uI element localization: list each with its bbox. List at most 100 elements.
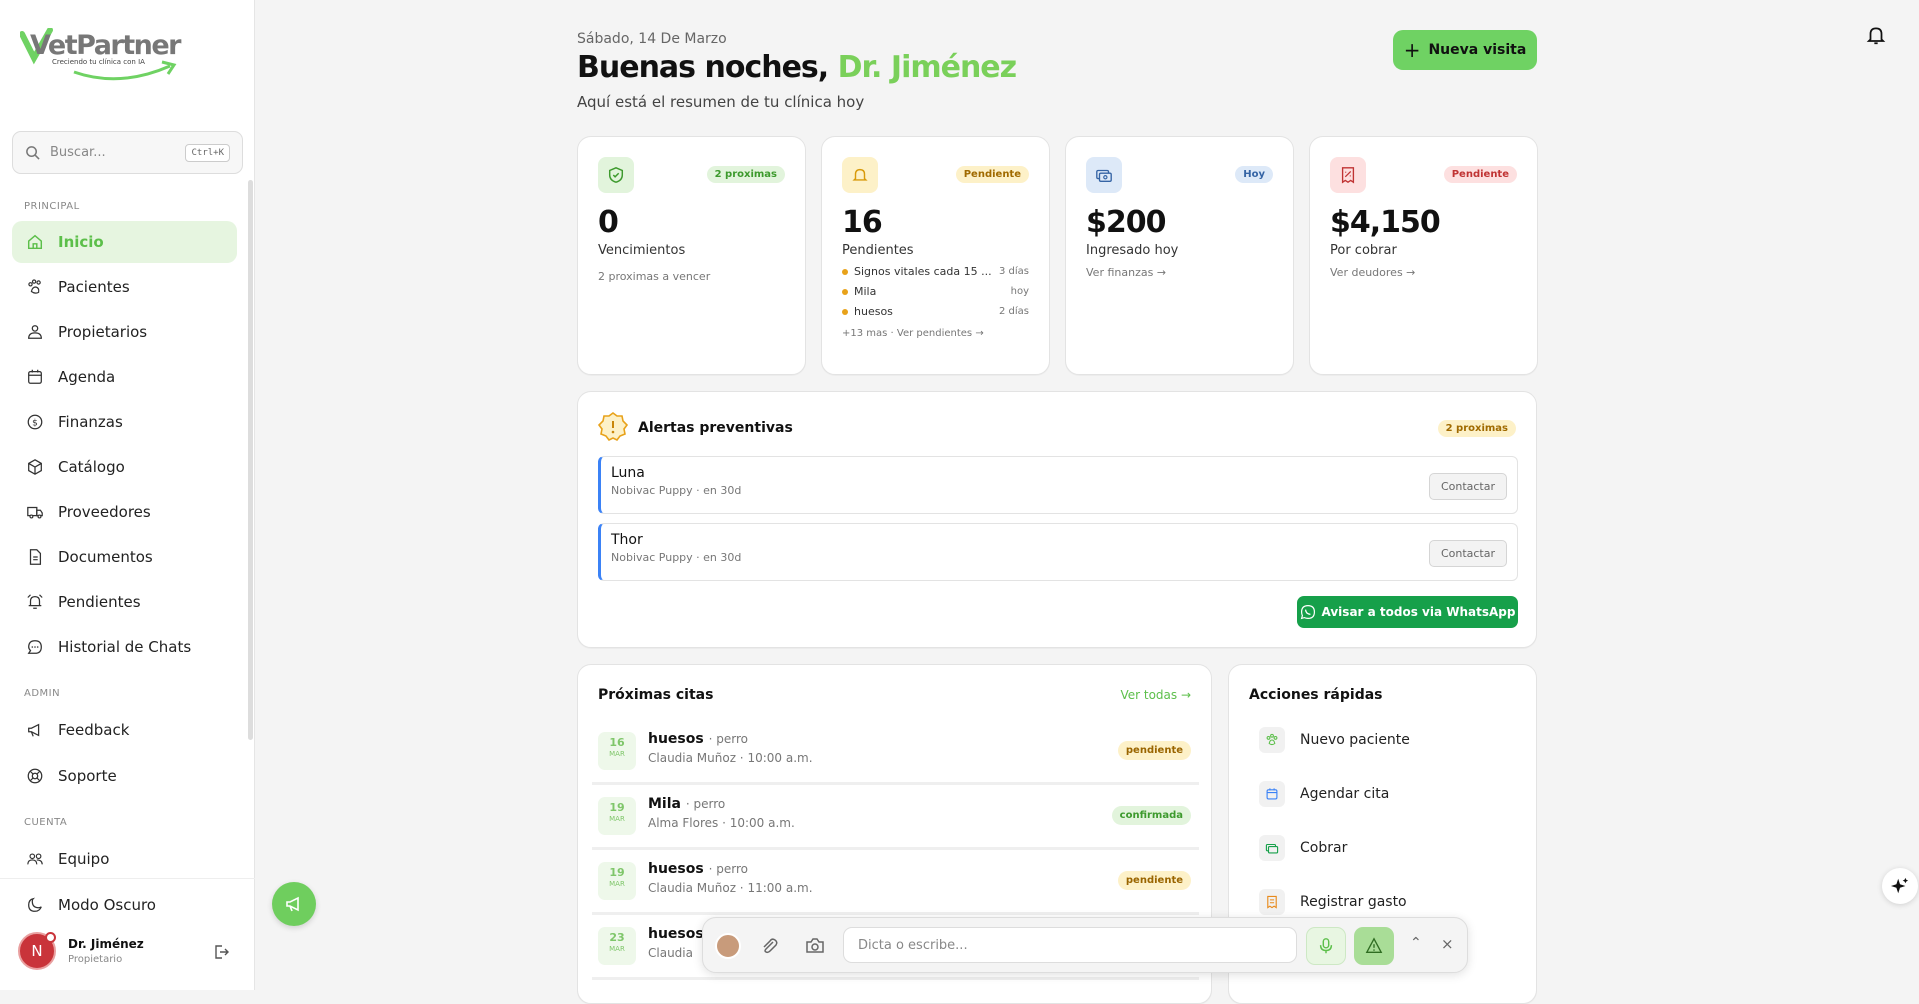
date-month: MAR bbox=[609, 750, 625, 758]
quick-actions-title: Acciones rápidas bbox=[1249, 687, 1383, 703]
sidebar-item-agenda[interactable]: Agenda bbox=[12, 356, 237, 398]
patient-name: Mila · perro bbox=[648, 796, 725, 812]
stat-sub: 2 proximas a vencer bbox=[598, 270, 711, 283]
user-role: Propietario bbox=[68, 954, 123, 965]
patient-species: · perro bbox=[685, 797, 726, 811]
plus-icon: + bbox=[1403, 38, 1421, 62]
sidebar-item-label: Propietarios bbox=[58, 323, 148, 341]
sidebar-item-catalogo[interactable]: Catálogo bbox=[12, 446, 237, 488]
brand-logo[interactable]: VetPartner Creciendo tu clínica con IA bbox=[20, 28, 182, 84]
alert-row[interactable]: Luna Nobivac Puppy · en 30d Contactar bbox=[598, 456, 1518, 514]
list-item[interactable]: Mila hoy bbox=[842, 285, 1029, 298]
appointments-title: Próximas citas bbox=[598, 687, 714, 703]
search-icon bbox=[26, 146, 40, 160]
patient-label: huesos bbox=[648, 926, 704, 942]
alert-detail: Nobivac Puppy · en 30d bbox=[611, 551, 742, 564]
contact-button[interactable]: Contactar bbox=[1428, 473, 1507, 500]
user-profile[interactable]: N Dr. Jiménez Propietario bbox=[18, 932, 144, 970]
patient-name: huesos · perro bbox=[648, 731, 748, 747]
status-badge: Pendiente bbox=[955, 166, 1029, 183]
logout-button[interactable] bbox=[213, 944, 229, 964]
document-icon bbox=[29, 549, 42, 565]
quick-action-schedule[interactable]: Agendar cita bbox=[1259, 781, 1389, 807]
alert-row[interactable]: Thor Nobivac Puppy · en 30d Contactar bbox=[598, 523, 1518, 581]
calendar-icon bbox=[28, 369, 42, 384]
sidebar-item-finanzas[interactable]: $ Finanzas bbox=[12, 401, 237, 443]
list-item[interactable]: huesos 2 días bbox=[842, 305, 1029, 318]
paw-icon bbox=[1259, 727, 1285, 753]
sidebar-item-label: Agenda bbox=[58, 368, 116, 386]
stat-card-pendientes[interactable]: Pendiente 16 Pendientes Signos vitales c… bbox=[821, 136, 1050, 375]
notifications-button[interactable] bbox=[1865, 24, 1887, 50]
quick-action-expense[interactable]: Registrar gasto bbox=[1259, 889, 1407, 915]
sidebar-item-feedback[interactable]: Feedback bbox=[12, 709, 237, 751]
message-input[interactable]: Dicta o escribe... bbox=[843, 927, 1297, 963]
sidebar-item-pendientes[interactable]: Pendientes bbox=[12, 581, 237, 623]
search-input[interactable]: Buscar... Ctrl+K bbox=[12, 131, 243, 174]
date-month: MAR bbox=[609, 880, 625, 888]
sidebar-item-equipo[interactable]: Equipo bbox=[12, 838, 237, 880]
stat-card-vencimientos[interactable]: 2 proximas 0 Vencimientos 2 proximas a v… bbox=[577, 136, 806, 375]
list-item[interactable]: Signos vitales cada 15 ... 3 días bbox=[842, 265, 1029, 278]
camera-icon[interactable] bbox=[805, 936, 825, 956]
new-visit-button[interactable]: + Nueva visita bbox=[1393, 30, 1537, 70]
close-icon[interactable]: × bbox=[1441, 935, 1454, 953]
sidebar-item-inicio[interactable]: Inicio bbox=[12, 221, 237, 263]
team-icon bbox=[27, 853, 43, 865]
avatar: N bbox=[18, 932, 56, 970]
see-all-link[interactable]: Ver todas → bbox=[1120, 688, 1191, 702]
stat-card-ingresado[interactable]: Hoy $200 Ingresado hoy Ver finanzas → bbox=[1065, 136, 1294, 375]
sidebar-item-label: Feedback bbox=[58, 721, 130, 739]
sidebar-item-proveedores[interactable]: Proveedores bbox=[12, 491, 237, 533]
logo-arrow-icon bbox=[73, 60, 177, 81]
table-row[interactable]: 16 MAR huesos · perro Claudia Muñoz · 10:… bbox=[592, 723, 1199, 785]
section-label-cuenta: CUENTA bbox=[24, 817, 68, 828]
moon-icon bbox=[28, 897, 42, 912]
sidebar-item-historial-chats[interactable]: Historial de Chats bbox=[12, 626, 237, 668]
sidebar-item-soporte[interactable]: Soporte bbox=[12, 755, 237, 797]
alert-button[interactable] bbox=[1354, 927, 1394, 965]
sidebar-item-label: Pacientes bbox=[58, 278, 130, 296]
contact-button[interactable]: Contactar bbox=[1428, 540, 1507, 567]
quick-action-new-patient[interactable]: Nuevo paciente bbox=[1259, 727, 1410, 753]
attach-icon[interactable] bbox=[759, 936, 779, 956]
assistant-avatar bbox=[715, 933, 741, 959]
table-row[interactable]: 19 MAR huesos · perro Claudia Muñoz · 11:… bbox=[592, 853, 1199, 915]
patient-name: huesos · perro bbox=[648, 861, 748, 877]
home-icon bbox=[27, 234, 43, 250]
ai-assistant-button[interactable] bbox=[1882, 868, 1918, 904]
sidebar-scrollbar[interactable] bbox=[248, 180, 253, 740]
whatsapp-notify-button[interactable]: Avisar a todos via WhatsApp bbox=[1297, 596, 1518, 628]
quick-action-charge[interactable]: Cobrar bbox=[1259, 835, 1347, 861]
see-finances-link[interactable]: Ver finanzas → bbox=[1086, 266, 1273, 279]
stat-card-por-cobrar[interactable]: Pendiente $4,150 Por cobrar Ver deudores… bbox=[1309, 136, 1538, 375]
status-badge: 2 proximas bbox=[1437, 420, 1516, 437]
see-pending-link[interactable]: +13 mas · Ver pendientes → bbox=[842, 328, 1029, 339]
chevron-up-icon[interactable]: ⌃ bbox=[1410, 935, 1422, 951]
patient-species: · perro bbox=[708, 732, 748, 746]
receipt-icon bbox=[1330, 157, 1366, 193]
stat-value: 0 bbox=[598, 205, 619, 240]
sidebar-item-pacientes[interactable]: Pacientes bbox=[12, 266, 237, 308]
sidebar-item-label: Finanzas bbox=[58, 413, 123, 431]
whatsapp-label: Avisar a todos via WhatsApp bbox=[1321, 605, 1516, 619]
see-debtors-link[interactable]: Ver deudores → bbox=[1330, 266, 1517, 279]
sidebar-item-documentos[interactable]: Documentos bbox=[12, 536, 237, 578]
megaphone-icon bbox=[286, 896, 299, 912]
status-badge: Hoy bbox=[1235, 166, 1273, 183]
date-day: 16 bbox=[609, 736, 625, 749]
table-row[interactable]: 19 MAR Mila · perro Alma Flores · 10:00 a… bbox=[592, 788, 1199, 850]
dark-mode-toggle[interactable]: Modo Oscuro bbox=[12, 884, 237, 926]
stat-label: Pendientes bbox=[842, 243, 914, 258]
sidebar-item-propietarios[interactable]: Propietarios bbox=[12, 311, 237, 353]
chat-icon bbox=[27, 640, 42, 654]
owner-icon bbox=[28, 325, 42, 339]
sidebar-item-label: Soporte bbox=[58, 767, 117, 785]
date-month: MAR bbox=[609, 945, 625, 953]
microphone-button[interactable] bbox=[1306, 927, 1346, 965]
sidebar: VetPartner Creciendo tu clínica con IA B… bbox=[0, 0, 255, 990]
sidebar-item-label: Pendientes bbox=[58, 593, 141, 611]
feedback-fab-button[interactable] bbox=[272, 882, 316, 926]
stat-label: Por cobrar bbox=[1330, 243, 1397, 258]
date-badge: 19 MAR bbox=[598, 797, 636, 835]
